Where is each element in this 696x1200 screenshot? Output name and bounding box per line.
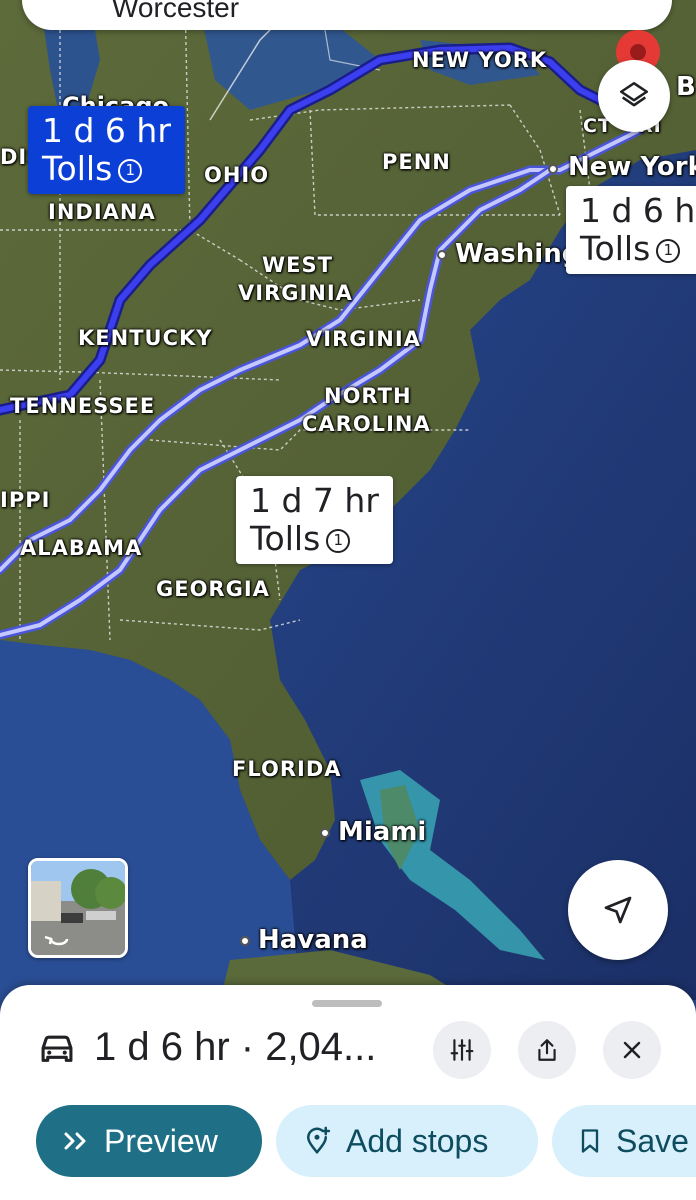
- origin-field[interactable]: Worcester: [112, 0, 239, 24]
- bookmark-icon: [581, 1129, 599, 1153]
- route-duration: 1 d 7 hr: [250, 481, 379, 520]
- share-button[interactable]: [518, 1021, 576, 1079]
- state-label-florida: FLORIDA: [232, 757, 342, 781]
- street-view-icon: [31, 861, 125, 955]
- navigation-button[interactable]: [568, 860, 668, 960]
- route-tolls-label: Tolls: [42, 149, 113, 188]
- layers-icon: [619, 81, 649, 107]
- state-label-kentucky: KENTUCKY: [78, 326, 213, 350]
- state-label-alabama: ALABAMA: [20, 536, 143, 560]
- city-label-miami: Miami: [338, 817, 427, 847]
- navigation-arrow-icon: [604, 896, 632, 924]
- state-label-georgia: GEORGIA: [156, 577, 270, 601]
- route-bottom-sheet: 1 d 6 hr · 2,04... Preview Add stops Sav…: [0, 985, 696, 1200]
- add-stop-icon: [306, 1126, 331, 1154]
- close-button[interactable]: [603, 1021, 661, 1079]
- directions-search-card[interactable]: Worcester: [22, 0, 672, 30]
- share-icon: [538, 1039, 556, 1061]
- state-label-mississippi: IPPI: [0, 488, 51, 512]
- state-label-west: WEST: [262, 253, 333, 277]
- route-summary-text: 1 d 6 hr · 2,04...: [94, 1025, 377, 1069]
- city-marker-miami[interactable]: [320, 828, 330, 838]
- route-tolls-label: Tolls: [580, 229, 651, 268]
- preview-label: Preview: [104, 1122, 218, 1159]
- toll-info-icon: 1: [326, 528, 351, 553]
- city-label-washington: Washing: [455, 239, 581, 269]
- toll-info-icon: 1: [118, 158, 143, 183]
- state-label-tennessee: TENNESSEE: [10, 394, 156, 418]
- state-label-carolina: CAROLINA: [302, 412, 431, 436]
- city-label-havana: Havana: [258, 925, 368, 955]
- layers-button[interactable]: [598, 60, 670, 132]
- route-duration: 1 d 6 h: [580, 191, 696, 230]
- city-marker-havana[interactable]: [240, 936, 250, 946]
- route-options-icon: [450, 1039, 474, 1061]
- route-summary[interactable]: 1 d 6 hr · 2,04...: [38, 1025, 376, 1070]
- state-label-virginia: VIRGINIA: [306, 327, 421, 351]
- map-view[interactable]: NEW YORK OHIO PENN INDIANA WEST VIRGINIA…: [0, 0, 696, 1000]
- toll-info-icon: 1: [656, 238, 681, 263]
- route-options-button[interactable]: [433, 1021, 491, 1079]
- route-callout-alt-2[interactable]: 1 d 7 hr Tolls 1: [236, 476, 393, 564]
- city-label-new-york: New York: [568, 152, 696, 182]
- route-callout-selected[interactable]: 1 d 6 hr Tolls 1: [28, 106, 185, 194]
- double-chevron-icon: [64, 1132, 86, 1150]
- save-button[interactable]: Save: [552, 1105, 696, 1177]
- route-duration: 1 d 6 hr: [42, 111, 171, 150]
- close-icon: [623, 1041, 641, 1059]
- state-label-indiana: INDIANA: [48, 200, 156, 224]
- state-label-west-virginia: VIRGINIA: [238, 281, 353, 305]
- state-label-new-york: NEW YORK: [412, 48, 548, 72]
- city-marker-washington[interactable]: [437, 250, 447, 260]
- sheet-drag-handle[interactable]: [312, 1000, 382, 1007]
- state-label-penn: PENN: [382, 150, 451, 174]
- save-label: Save: [616, 1122, 689, 1159]
- preview-button[interactable]: Preview: [36, 1105, 262, 1177]
- car-icon: [41, 1035, 73, 1062]
- route-tolls-label: Tolls: [250, 519, 321, 558]
- add-stops-label: Add stops: [346, 1122, 489, 1159]
- city-label-boston-partial: B: [676, 72, 696, 102]
- state-label-north: NORTH: [324, 384, 412, 408]
- city-marker-new-york[interactable]: [548, 164, 558, 174]
- add-stops-button[interactable]: Add stops: [276, 1105, 538, 1177]
- route-callout-alt-1[interactable]: 1 d 6 h Tolls 1: [566, 186, 696, 274]
- street-view-thumbnail[interactable]: [28, 858, 128, 958]
- state-label-ohio: OHIO: [204, 163, 270, 187]
